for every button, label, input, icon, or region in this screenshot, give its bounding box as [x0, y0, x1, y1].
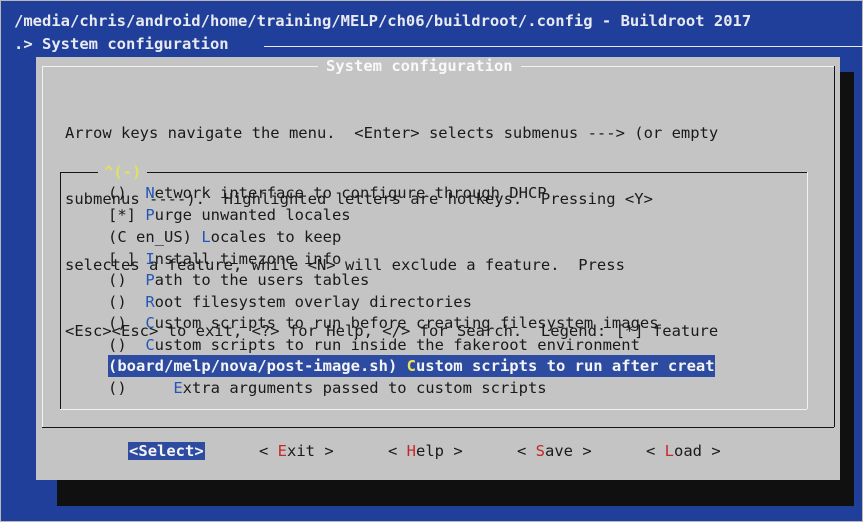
menu-item-label: etwork interface to configure through DH… — [154, 184, 547, 202]
button-pre: < — [259, 442, 278, 460]
menu-item-label: ustom scripts to run inside the fakeroot… — [154, 336, 640, 354]
menu-item-label: ustom scripts to run before creating fil… — [154, 314, 659, 332]
menu-item-network-interface-dhcp[interactable]: () Network interface to configure throug… — [108, 182, 547, 204]
menu-item-scripts-fakeroot[interactable]: () Custom scripts to run inside the fake… — [108, 334, 640, 356]
button-pre: < — [646, 442, 665, 460]
menu-item-prefix: () — [108, 314, 146, 332]
menu-item-label: nstall timezone info — [154, 250, 342, 268]
menu-item-prefix: (board/melp/nova/post-image.sh) — [108, 357, 407, 375]
help-button[interactable]: < Help > — [388, 442, 463, 460]
menu-item-prefix: [ ] — [108, 250, 146, 268]
window-title: /media/chris/android/home/training/MELP/… — [14, 12, 752, 30]
button-hotkey: H — [406, 442, 417, 460]
breadcrumb-rule — [264, 46, 863, 47]
menu-item-hotkey: C — [145, 336, 155, 354]
menu-item-prefix: (C en_US) — [108, 228, 202, 246]
menu-item-hotkey: I — [145, 250, 155, 268]
dialog-border-right — [834, 66, 835, 427]
menu-item-label: ustom scripts to run after creat — [415, 357, 715, 375]
menu-list-border-top — [60, 172, 807, 173]
menu-list-border-bottom — [60, 409, 807, 410]
menu-item-install-timezone[interactable]: [ ] Install timezone info — [108, 248, 341, 270]
button-pre: < — [517, 442, 536, 460]
menu-item-locales-to-keep[interactable]: (C en_US) Locales to keep — [108, 226, 341, 248]
menu-item-users-tables-path[interactable]: () Path to the users tables — [108, 269, 369, 291]
menu-item-label: urge unwanted locales — [154, 206, 351, 224]
help-line: Arrow keys navigate the menu. <Enter> se… — [65, 124, 719, 142]
dialog-title: System configuration — [318, 57, 521, 75]
button-post: elp > — [416, 442, 463, 460]
dialog-border-left — [42, 66, 43, 427]
menu-item-extra-script-args[interactable]: () Extra arguments passed to custom scri… — [108, 377, 547, 399]
select-button[interactable]: <Select> — [128, 442, 205, 460]
load-button[interactable]: < Load > — [646, 442, 721, 460]
button-pre: < — [129, 442, 139, 460]
menu-item-prefix: [*] — [108, 206, 146, 224]
menu-item-label: oot filesystem overlay directories — [154, 293, 472, 311]
menu-item-prefix: () — [108, 271, 146, 289]
button-hotkey: L — [664, 442, 675, 460]
dialog-border-bottom — [42, 427, 834, 428]
button-post: oad > — [674, 442, 721, 460]
breadcrumb: .> System configuration — [14, 35, 229, 53]
menu-item-hotkey: C — [406, 357, 416, 375]
menu-item-scripts-after-creating[interactable]: (board/melp/nova/post-image.sh) Custom s… — [108, 355, 715, 377]
menu-item-hotkey: N — [145, 184, 155, 202]
button-post: ave > — [545, 442, 592, 460]
menu-item-hotkey: C — [145, 314, 155, 332]
menu-item-prefix: () — [108, 293, 146, 311]
menu-item-rootfs-overlay[interactable]: () Root filesystem overlay directories — [108, 291, 472, 313]
menu-item-scripts-before-images[interactable]: () Custom scripts to run before creating… — [108, 312, 659, 334]
menu-item-prefix: () — [108, 184, 146, 202]
menu-item-label: ath to the users tables — [154, 271, 370, 289]
save-button[interactable]: < Save > — [517, 442, 592, 460]
button-hotkey: S — [535, 442, 546, 460]
menu-item-hotkey: R — [145, 293, 155, 311]
menu-item-prefix: () — [108, 379, 174, 397]
menu-item-hotkey: L — [201, 228, 211, 246]
button-hotkey: S — [138, 442, 148, 460]
menu-item-hotkey: P — [145, 206, 155, 224]
exit-button[interactable]: < Exit > — [259, 442, 334, 460]
menu-item-hotkey: E — [173, 379, 183, 397]
menu-item-purge-locales[interactable]: [*] Purge unwanted locales — [108, 204, 351, 226]
menu-item-prefix: () — [108, 336, 146, 354]
button-hotkey: E — [277, 442, 288, 460]
menu-list-border-right — [807, 172, 808, 409]
menu-item-label: xtra arguments passed to custom scripts — [182, 379, 547, 397]
menu-item-label: ocales to keep — [210, 228, 342, 246]
button-pre: < — [388, 442, 407, 460]
button-post: xit > — [287, 442, 334, 460]
scroll-up-indicator[interactable]: ^(-) — [98, 163, 148, 181]
menu-list-border-left — [60, 172, 61, 409]
button-post: elect> — [147, 442, 204, 460]
menu-item-hotkey: P — [145, 271, 155, 289]
